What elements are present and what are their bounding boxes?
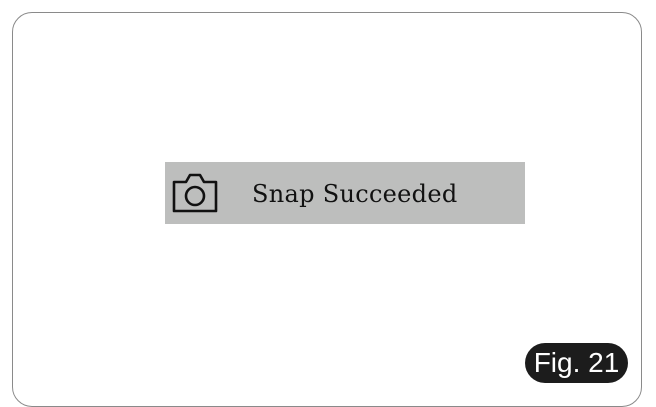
notification-message: Snap Succeeded <box>252 180 458 208</box>
camera-icon <box>170 171 220 215</box>
figure-label-badge: Fig. 21 <box>525 343 628 383</box>
snap-status-notification: Snap Succeeded <box>165 162 525 224</box>
